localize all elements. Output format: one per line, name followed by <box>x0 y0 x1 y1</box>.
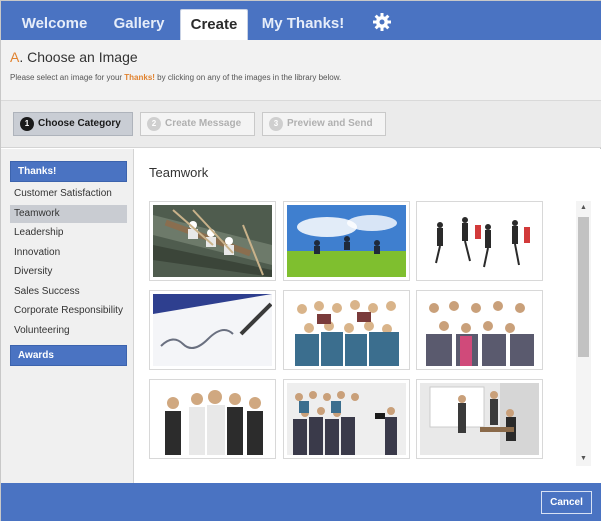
step-title-text: . Choose an Image <box>19 49 138 65</box>
cancel-button[interactable]: Cancel <box>541 491 592 514</box>
category-sidebar: Thanks! Customer Satisfaction Teamwork L… <box>1 149 134 483</box>
image-thumbnail-diverse-group[interactable] <box>416 290 543 370</box>
group-camera-image <box>287 383 406 455</box>
thank-you-note-image <box>153 294 272 366</box>
sidebar-item-teamwork[interactable]: Teamwork <box>10 205 127 223</box>
step-label: Preview and Send <box>287 118 373 129</box>
image-thumbnail-rowing[interactable] <box>149 201 276 281</box>
sidebar-item-leadership[interactable]: Leadership <box>10 224 127 242</box>
app-window: Welcome Gallery Create My Thanks! A. Cho… <box>0 0 601 521</box>
office-meeting-image <box>420 383 539 455</box>
tab-welcome[interactable]: Welcome <box>10 9 99 40</box>
image-library-scrollbar[interactable]: ▲ ▼ <box>576 201 591 466</box>
field-jump-image <box>287 205 406 277</box>
category-title: Teamwork <box>149 165 209 180</box>
step-number-badge: 1 <box>20 117 34 131</box>
crowd-image <box>287 294 406 366</box>
instruction-highlight: Thanks! <box>124 73 155 82</box>
image-thumbnail-field-jump[interactable] <box>283 201 410 281</box>
image-thumbnail-business-team[interactable] <box>149 379 276 459</box>
business-team-image <box>153 383 272 455</box>
category-group-thanks[interactable]: Thanks! <box>10 161 127 182</box>
step-preview-and-send[interactable]: 3 Preview and Send <box>262 112 386 136</box>
instruction-text: Please select an image for your Thanks! … <box>10 73 341 82</box>
top-nav: Welcome Gallery Create My Thanks! <box>1 1 601 40</box>
sidebar-item-corporate-responsibility[interactable]: Corporate Responsibility <box>10 302 127 320</box>
sidebar-item-sales-success[interactable]: Sales Success <box>10 283 127 301</box>
scroll-down-icon[interactable]: ▼ <box>576 452 591 466</box>
step-progress-bar: 1 Choose Category 2 Create Message 3 Pre… <box>1 101 601 148</box>
image-thumbnail-thank-you-note[interactable] <box>149 290 276 370</box>
step-label: Choose Category <box>38 118 121 129</box>
image-thumbnail-jumping-people[interactable] <box>416 201 543 281</box>
step-number-badge: 3 <box>269 117 283 131</box>
scroll-up-icon[interactable]: ▲ <box>576 201 591 215</box>
step-header: A. Choose an Image Please select an imag… <box>1 40 601 101</box>
sidebar-item-diversity[interactable]: Diversity <box>10 263 127 281</box>
image-thumbnail-crowd[interactable] <box>283 290 410 370</box>
scrollbar-thumb[interactable] <box>578 217 589 357</box>
step-label: Create Message <box>165 118 242 129</box>
image-thumbnail-office-meeting[interactable] <box>416 379 543 459</box>
rowing-team-image <box>153 205 272 277</box>
tab-gallery[interactable]: Gallery <box>101 9 177 40</box>
step-choose-category[interactable]: 1 Choose Category <box>13 112 133 136</box>
sidebar-item-customer-satisfaction[interactable]: Customer Satisfaction <box>10 185 127 203</box>
tab-create[interactable]: Create <box>180 9 248 40</box>
category-group-awards[interactable]: Awards <box>10 345 127 366</box>
step-number-badge: 2 <box>147 117 161 131</box>
instruction-before: Please select an image for your <box>10 73 125 82</box>
instruction-after: by clicking on any of the images in the … <box>154 73 342 82</box>
tab-my-thanks[interactable]: My Thanks! <box>253 9 353 40</box>
diverse-group-image <box>420 294 539 366</box>
step-create-message[interactable]: 2 Create Message <box>140 112 255 136</box>
step-letter: A <box>10 49 20 65</box>
sidebar-item-volunteering[interactable]: Volunteering <box>10 322 127 340</box>
page-title: A. Choose an Image <box>10 49 138 65</box>
image-thumbnail-group-camera[interactable] <box>283 379 410 459</box>
jumping-people-image <box>420 205 539 277</box>
sidebar-item-innovation[interactable]: Innovation <box>10 244 127 262</box>
footer-bar: Cancel <box>1 483 601 521</box>
gear-icon[interactable] <box>372 12 392 32</box>
